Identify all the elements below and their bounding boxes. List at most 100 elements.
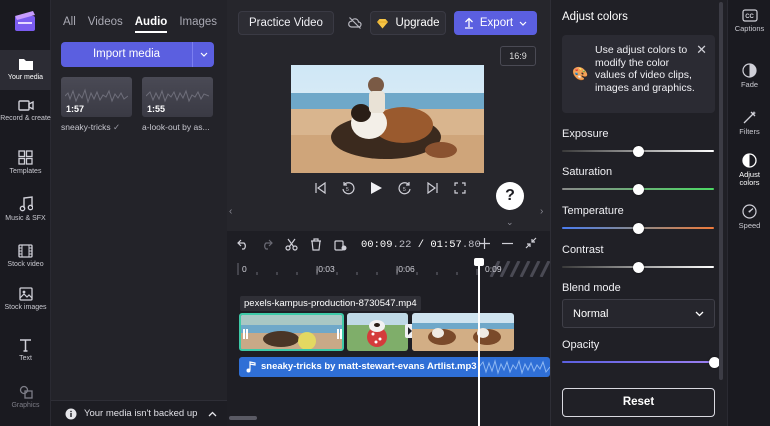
upgrade-button[interactable]: Upgrade [370,11,446,35]
prop-fade[interactable]: Fade [728,63,770,89]
backup-notice[interactable]: Your media isn't backed up [51,400,227,426]
chevron-down-icon [200,52,207,57]
slider-thumb[interactable] [632,145,644,157]
media-item-thumb[interactable]: 1:57 [61,77,132,117]
music-note-icon [246,361,256,373]
fit-timeline-icon[interactable] [525,237,537,249]
exposure-label: Exposure [562,128,609,140]
blend-mode-label: Blend mode [562,282,621,294]
import-options-button[interactable] [192,42,214,67]
svg-text:5: 5 [346,187,349,193]
audio-track-name: sneaky-tricks by matt-stewart-evans Artl… [261,361,477,372]
tab-videos[interactable]: Videos [88,16,123,33]
scissors-icon[interactable] [285,238,298,251]
zoom-in-icon[interactable] [479,237,490,249]
nav-label: Stock video [7,261,44,268]
timeline-scrollbar[interactable] [229,416,257,420]
import-media-button[interactable]: Import media [61,42,214,67]
duplicate-icon[interactable] [334,238,347,251]
prop-captions[interactable]: CC Captions [728,9,770,33]
clip-thumbnail [412,313,514,351]
contrast-label: Contrast [562,244,604,256]
collapse-left-icon[interactable]: ‹ [229,206,232,217]
export-button[interactable]: Export [454,11,537,35]
undo-icon[interactable] [237,239,249,250]
nav-label: Music & SFX [5,215,46,222]
media-item-name: a-look-out by as... [142,122,210,132]
prop-filters[interactable]: Filters [728,110,770,136]
media-tabs: All Videos Audio Images [63,16,217,33]
tab-all[interactable]: All [63,16,76,33]
import-media-label: Import media [92,48,161,60]
temperature-slider[interactable] [562,222,714,234]
text-icon [20,339,31,352]
waveform [65,88,128,104]
collapse-right-icon[interactable]: › [540,206,543,217]
prop-adjust-colors[interactable]: Adjust colors [728,153,770,187]
exposure-slider[interactable] [562,145,714,157]
fullscreen-icon[interactable] [454,182,466,194]
tab-images[interactable]: Images [179,16,217,33]
video-clip[interactable] [347,313,408,351]
contrast-slider[interactable] [562,261,714,273]
zoom-out-icon[interactable] [502,238,513,249]
prop-speed[interactable]: Speed [728,204,770,230]
slider-thumb[interactable] [632,222,644,234]
adjust-colors-panel: Adjust colors 🎨 Use adjust colors to mod… [550,0,727,426]
rewind-5-icon[interactable]: 5 [341,181,355,195]
redo-icon[interactable] [261,239,273,250]
nav-text[interactable]: Text [0,338,51,368]
reset-button[interactable]: Reset [562,388,715,417]
media-duration: 1:55 [147,104,166,114]
tip-text: Use adjust colors to modify the color va… [595,44,695,94]
skip-forward-icon[interactable] [427,182,439,194]
slider-thumb[interactable] [708,356,720,368]
nav-graphics[interactable]: Graphics [0,385,51,415]
help-button[interactable]: ? [496,182,524,210]
audio-track[interactable]: sneaky-tricks by matt-stewart-evans Artl… [239,357,550,377]
media-item-thumb[interactable]: 1:55 [142,77,213,117]
playhead[interactable] [478,259,480,426]
skip-back-icon[interactable] [314,182,326,194]
opacity-slider[interactable] [562,356,720,368]
panel-scrollbar[interactable] [719,2,723,380]
image-icon [18,287,33,301]
trash-icon[interactable] [310,238,322,251]
video-clip-selected[interactable] [239,313,344,351]
video-preview [291,65,484,173]
info-icon [65,408,77,419]
nav-templates[interactable]: Templates [0,150,51,180]
nav-your-media[interactable]: Your media [0,50,51,90]
adjust-colors-icon [742,153,757,168]
forward-5-icon[interactable]: 5 [398,181,412,195]
playhead-handle[interactable] [474,258,484,266]
play-icon[interactable] [370,181,383,195]
nav-record-create[interactable]: Record & create [0,99,51,135]
clip-thumbnail [241,315,342,349]
timeline-ruler[interactable]: 0 |0:03 |0:06 0:09 [237,261,550,277]
cloud-off-icon[interactable] [348,16,362,30]
nav-stock-images[interactable]: Stock images [0,287,51,323]
project-title[interactable]: Practice Video [238,11,334,35]
prop-label: Filters [739,127,760,136]
tick-label: |0:06 [396,264,415,274]
aspect-ratio-button[interactable]: 16:9 [500,46,536,66]
blend-mode-select[interactable]: Normal [562,299,715,328]
slider-thumb[interactable] [632,183,644,195]
slider-thumb[interactable] [632,261,644,273]
nav-music-sfx[interactable]: Music & SFX [0,196,51,226]
check-icon: ✓ [112,122,121,132]
nav-label: Graphics [11,402,40,409]
saturation-label: Saturation [562,166,613,178]
temperature-label: Temperature [562,205,624,217]
close-icon[interactable]: ✕ [696,42,707,58]
chevron-down-icon[interactable]: ⌄ [506,217,514,228]
clip-thumbnail [347,313,408,351]
video-clip[interactable] [412,313,514,351]
svg-text:5: 5 [403,187,406,193]
prop-label: Speed [738,221,761,230]
nav-stock-video[interactable]: Stock video [0,244,51,274]
saturation-slider[interactable] [562,183,714,195]
chevron-up-icon [208,411,217,416]
tab-audio[interactable]: Audio [134,16,168,33]
